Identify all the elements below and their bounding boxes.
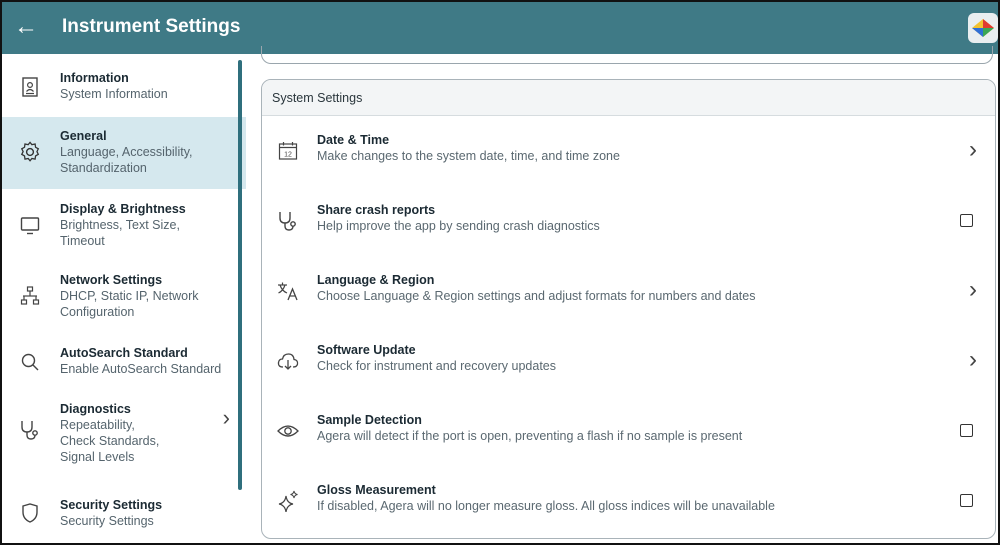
section-title: System Settings <box>262 80 995 116</box>
sidebar-item-title: Display & Brightness <box>60 202 186 216</box>
eye-icon <box>277 420 299 442</box>
sidebar-item-general[interactable]: General Language, Accessibility, Standar… <box>2 117 246 189</box>
settings-row-share-crash-reports[interactable]: Share crash reports Help improve the app… <box>262 186 995 256</box>
brand-logo-icon[interactable] <box>968 13 998 43</box>
settings-row-software-update[interactable]: Software Update Check for instrument and… <box>262 326 995 396</box>
sidebar-item-subtitle: Repeatability, Check Standards, Signal L… <box>60 418 160 464</box>
info-card-icon <box>16 77 44 97</box>
sample-detection-checkbox[interactable] <box>960 424 973 437</box>
sidebar-item-subtitle: DHCP, Static IP, Network Configuration <box>60 289 199 319</box>
previous-card-edge <box>261 46 993 64</box>
share-crash-reports-checkbox[interactable] <box>960 214 973 227</box>
chevron-right-icon[interactable]: › <box>969 346 977 374</box>
sidebar-item-diagnostics[interactable]: Diagnostics Repeatability, Check Standar… <box>2 391 246 486</box>
shield-icon <box>16 503 44 523</box>
sidebar-item-title: Information <box>60 71 129 85</box>
sidebar-item-title: Diagnostics <box>60 402 131 416</box>
row-subtitle: Agera will detect if the port is open, p… <box>317 429 743 443</box>
row-title: Share crash reports <box>317 203 436 217</box>
sidebar-item-autosearch-standard[interactable]: AutoSearch Standard Enable AutoSearch St… <box>2 333 246 391</box>
sidebar-item-subtitle: Language, Accessibility, Standardization <box>60 145 193 175</box>
sidebar-item-title: General <box>60 129 107 143</box>
sidebar-item-title: Security Settings <box>60 498 163 512</box>
sidebar-item-subtitle: System Information <box>60 87 168 101</box>
back-button[interactable]: ← <box>0 0 52 54</box>
gloss-measurement-checkbox[interactable] <box>960 494 973 507</box>
sidebar-item-subtitle: Security Settings <box>60 514 154 528</box>
main-content: System Settings 12 Date & Time Make chan… <box>246 46 998 545</box>
row-subtitle: Help improve the app by sending crash di… <box>317 219 600 233</box>
row-title: Date & Time <box>317 133 390 147</box>
settings-row-date-time[interactable]: 12 Date & Time Make changes to the syste… <box>262 116 995 186</box>
sidebar-item-information[interactable]: Information System Information <box>2 54 246 117</box>
settings-row-language-region[interactable]: Language & Region Choose Language & Regi… <box>262 256 995 326</box>
cloud-download-icon <box>277 350 299 372</box>
system-settings-card: System Settings 12 Date & Time Make chan… <box>261 79 996 539</box>
sidebar-item-title: Network Settings <box>60 273 163 287</box>
arrow-left-icon: ← <box>14 13 38 40</box>
calendar-icon: 12 <box>277 140 299 162</box>
row-subtitle: Check for instrument and recovery update… <box>317 359 557 373</box>
row-title: Language & Region <box>317 273 435 287</box>
monitor-icon <box>16 216 44 236</box>
stethoscope-icon <box>16 419 44 441</box>
calendar-day: 12 <box>284 152 292 159</box>
sidebar-item-display-brightness[interactable]: Display & Brightness Brightness, Text Si… <box>2 189 246 261</box>
sparkle-icon <box>277 490 299 512</box>
row-title: Sample Detection <box>317 413 422 427</box>
chevron-right-icon[interactable]: › <box>969 136 977 164</box>
page-title: Instrument Settings <box>62 16 241 37</box>
sidebar: Information System Information General L… <box>2 54 246 545</box>
network-icon <box>16 286 44 306</box>
sidebar-item-network-settings[interactable]: Network Settings DHCP, Static IP, Networ… <box>2 261 246 333</box>
sidebar-item-security-settings[interactable]: Security Settings Security Settings <box>2 486 246 545</box>
row-title: Gloss Measurement <box>317 483 436 497</box>
chevron-right-icon[interactable]: › <box>969 276 977 304</box>
chevron-right-icon: › <box>222 405 230 430</box>
settings-row-sample-detection[interactable]: Sample Detection Agera will detect if th… <box>262 396 995 466</box>
row-subtitle: Make changes to the system date, time, a… <box>317 149 620 163</box>
stethoscope-icon <box>277 210 299 232</box>
translate-icon <box>277 280 299 302</box>
gear-icon <box>16 141 44 163</box>
row-subtitle: Choose Language & Region settings and ad… <box>317 289 756 303</box>
row-title: Software Update <box>317 343 416 357</box>
search-icon <box>16 352 44 372</box>
settings-row-gloss-measurement[interactable]: Gloss Measurement If disabled, Agera wil… <box>262 466 995 536</box>
sidebar-item-subtitle: Enable AutoSearch Standard <box>60 362 222 376</box>
sidebar-item-subtitle: Brightness, Text Size, Timeout <box>60 218 180 248</box>
row-subtitle: If disabled, Agera will no longer measur… <box>317 499 775 513</box>
sidebar-scrollbar[interactable] <box>238 60 242 490</box>
sidebar-item-title: AutoSearch Standard <box>60 346 188 360</box>
